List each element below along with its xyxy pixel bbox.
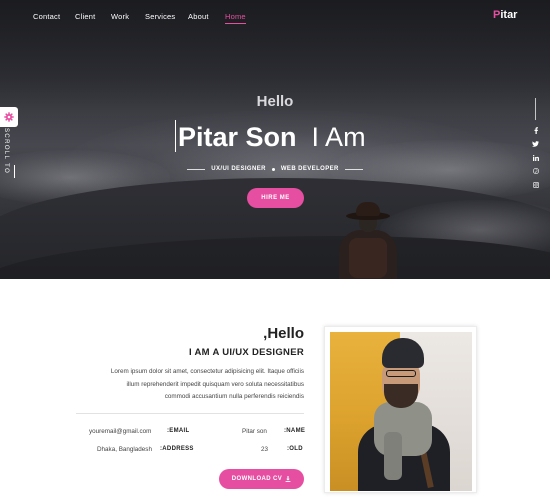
download-cv-button[interactable]: DOWNLOAD CV — [219, 469, 304, 489]
facebook-icon — [534, 127, 538, 134]
typing-cursor — [175, 120, 176, 152]
name-label: :NAME — [284, 428, 306, 434]
email-value: youremail@gmail.com — [89, 428, 152, 435]
name-value: Pitar son — [242, 428, 267, 435]
about-bio-line: illum reprehenderit impedit quisquam ver… — [126, 380, 304, 388]
linkedin-link[interactable] — [529, 151, 542, 164]
nav-item-client[interactable]: Client — [75, 12, 95, 21]
about-bio-line: Lorem ipsum dolor sit amet, consectetur … — [110, 368, 304, 375]
nav-item-home[interactable]: Home — [225, 12, 246, 24]
download-cv-label: DOWNLOAD CV — [231, 476, 283, 482]
hero-role-1: UX/UI DESIGNER — [211, 166, 266, 172]
age-label: :OLD — [287, 446, 303, 452]
logo-text: itar — [500, 9, 518, 21]
hero-name: Pitar Son — [178, 122, 297, 152]
address-label: :ADDRESS — [160, 446, 194, 452]
email-label: :EMAIL — [167, 428, 190, 434]
roles-dash-left — [187, 168, 206, 170]
hero-tagline: I Am — [311, 122, 366, 152]
social-links — [529, 124, 542, 192]
nav-item-services[interactable]: Services — [145, 12, 175, 21]
about-divider — [76, 413, 304, 414]
address-value: Dhaka, Bangladesh — [97, 446, 152, 453]
download-icon — [285, 476, 291, 482]
portrait-photo — [330, 332, 472, 491]
about-bio-line: commodi accusantium nulla perferendis re… — [164, 393, 304, 400]
hero-person-silhouette — [333, 202, 403, 279]
about-bio: Lorem ipsum dolor sit amet, consectetur … — [70, 366, 304, 404]
roles-separator-dot — [271, 167, 275, 171]
hire-me-button[interactable]: HIRE ME — [247, 188, 304, 208]
instagram-link[interactable] — [529, 178, 542, 191]
hero-role-2: WEB DEVELOPER — [280, 166, 339, 172]
nav-item-work[interactable]: Work — [111, 12, 129, 21]
hero-greeting: Hello — [256, 93, 294, 110]
hero-headline: Pitar Son I Am — [175, 120, 366, 153]
about-greeting: ,Hello — [263, 325, 304, 342]
roles-dash-right — [344, 168, 363, 170]
age-value: 23 — [261, 446, 269, 453]
facebook-link[interactable] — [529, 124, 542, 137]
twitter-link[interactable] — [529, 138, 542, 151]
instagram-icon — [532, 181, 539, 188]
nav-item-contact[interactable]: Contact — [33, 12, 60, 21]
gear-icon — [4, 112, 14, 122]
logo[interactable]: Pitar — [493, 9, 517, 21]
about-role-title: I AM A UI/UX DESIGNER — [188, 347, 304, 358]
nav-item-about[interactable]: About — [188, 12, 209, 21]
main-nav: Contact Client Work Services About Home … — [0, 0, 550, 34]
twitter-icon — [532, 141, 539, 147]
hero-roles: UX/UI DESIGNER WEB DEVELOPER — [0, 166, 550, 172]
linkedin-icon — [532, 154, 539, 161]
settings-toggle[interactable] — [0, 107, 18, 127]
